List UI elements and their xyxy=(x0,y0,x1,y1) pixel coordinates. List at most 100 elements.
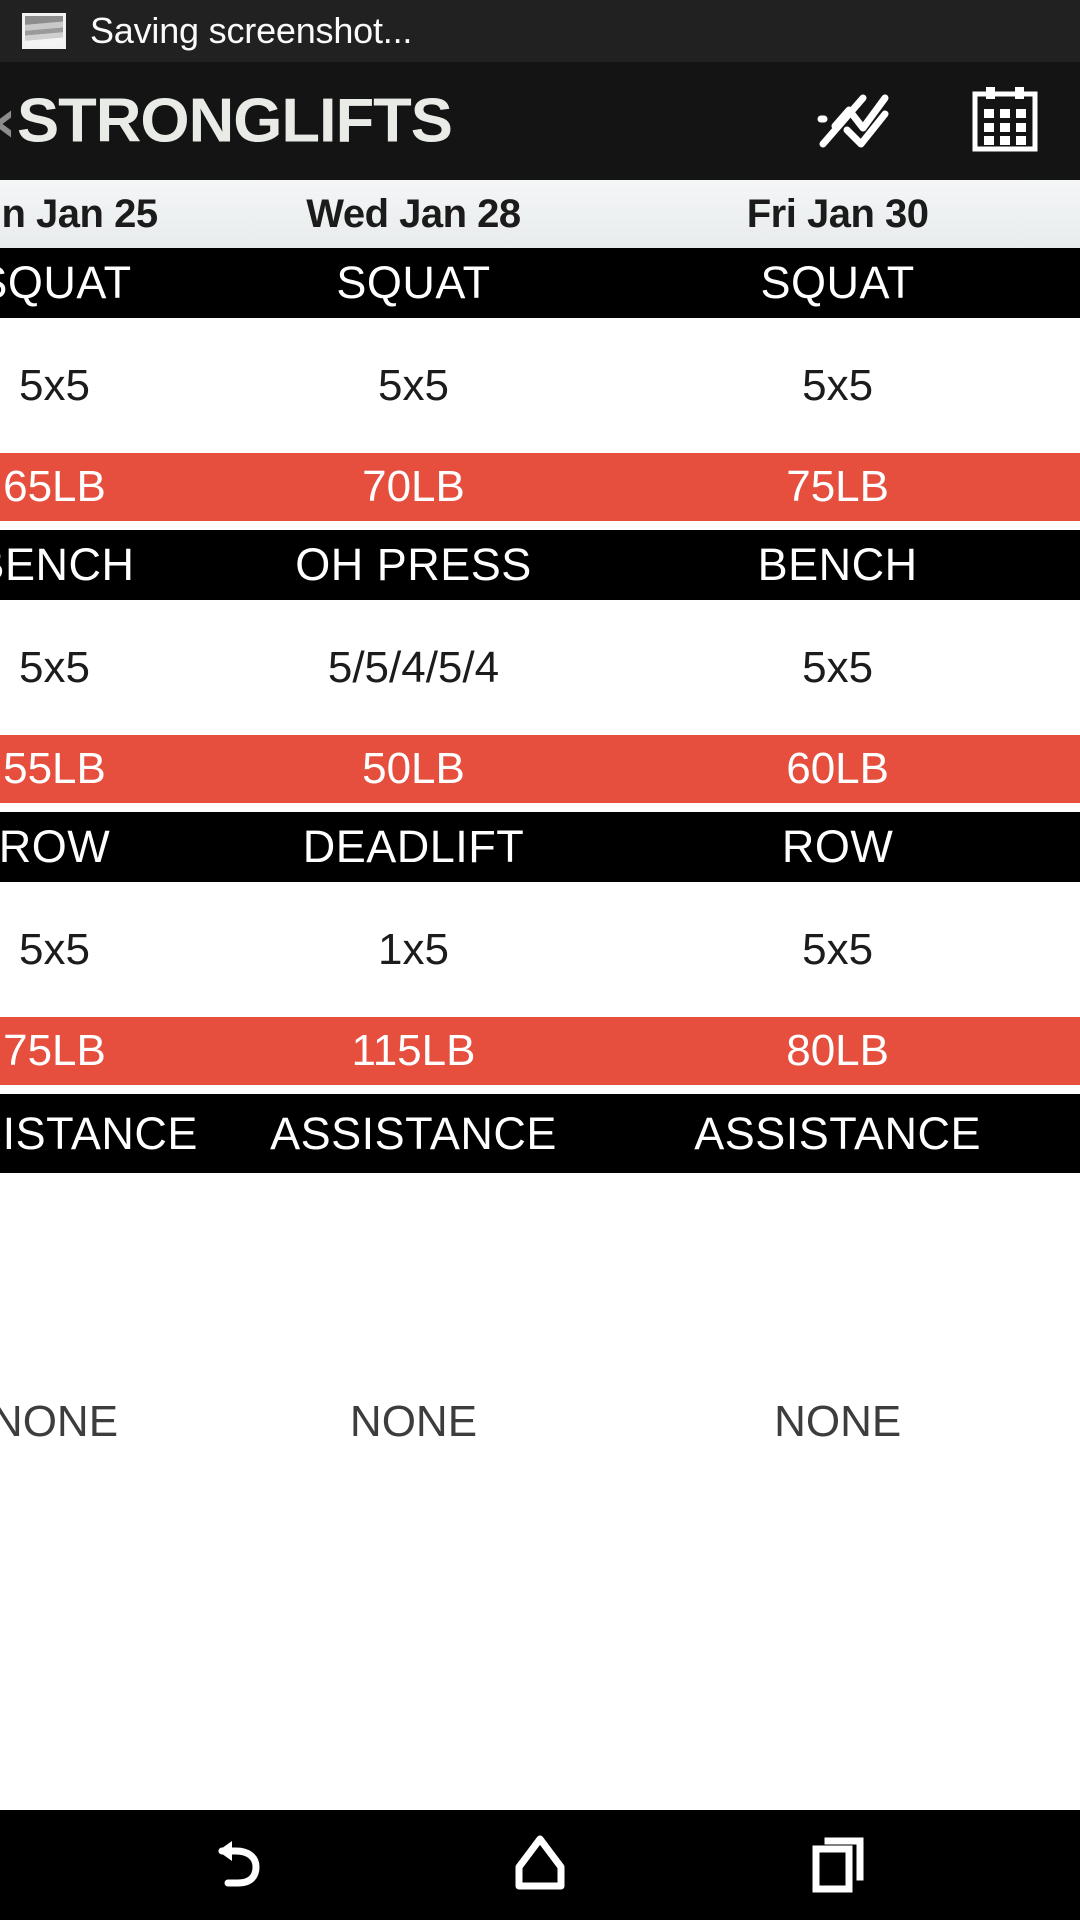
calendar-button[interactable] xyxy=(930,62,1080,180)
exercise-name-row[interactable]: SQUAT xyxy=(581,248,1080,318)
home-nav-icon xyxy=(512,1834,568,1897)
assistance-body[interactable]: NONE xyxy=(0,1173,239,1810)
exercise-weight-row[interactable]: 80LB xyxy=(581,1017,1080,1085)
exercise-name-row[interactable]: DEADLIFT xyxy=(229,812,598,882)
recents-nav-button[interactable] xyxy=(720,1810,960,1920)
calendar-icon xyxy=(970,84,1040,159)
row-separator xyxy=(581,803,1080,812)
row-separator xyxy=(581,1085,1080,1094)
status-bar: Saving screenshot... xyxy=(0,0,1080,62)
exercise-reps-row[interactable]: 5x5 xyxy=(581,600,1080,735)
row-separator xyxy=(229,521,598,530)
assistance-header[interactable]: ASSISTANCE xyxy=(581,1094,1080,1173)
exercise-reps-row[interactable]: 5/5/4/5/4 xyxy=(229,600,598,735)
row-separator xyxy=(0,1085,239,1094)
exercise-name-label: BENCH xyxy=(0,539,135,590)
exercise-weight-row[interactable]: 60LB xyxy=(581,735,1080,803)
exercise-weight-row[interactable]: 50LB xyxy=(229,735,598,803)
exercise-reps-row[interactable]: 5x5 xyxy=(229,318,598,453)
back-nav-button[interactable] xyxy=(120,1810,360,1920)
exercise-reps-label: 5x5 xyxy=(19,360,90,410)
exercise-reps-label: 5x5 xyxy=(802,360,874,410)
app-title: STRONGLIFTS xyxy=(16,86,453,156)
exercise-weight-label: 50LB xyxy=(362,744,465,793)
back-chevron-icon[interactable]: ‹ xyxy=(0,91,17,151)
exercise-name-row[interactable]: BENCH xyxy=(581,530,1080,600)
exercise-weight-label: 80LB xyxy=(786,1026,889,1075)
exercise-name-label: SQUAT xyxy=(0,257,132,308)
phone-screen: Saving screenshot... ‹ STRONGLIFTS xyxy=(0,0,1080,1920)
exercise-name-label: BENCH xyxy=(757,539,918,590)
exercise-weight-row[interactable]: 115LB xyxy=(229,1017,598,1085)
exercise-name-label: DEADLIFT xyxy=(302,821,525,872)
workout-column-2[interactable]: Wed Jan 28 SQUAT 5x5 70LB OH PRESS 5/5/4… xyxy=(229,180,598,1810)
row-separator xyxy=(229,803,598,812)
exercise-weight-row[interactable]: 55LB xyxy=(0,735,239,803)
exercise-name-label: ROW xyxy=(0,821,111,872)
row-separator xyxy=(229,1085,598,1094)
exercise-reps-row[interactable]: 1x5 xyxy=(229,882,598,1017)
assistance-title-label: ASSISTANCE xyxy=(270,1107,557,1159)
exercise-name-label: SQUAT xyxy=(336,257,491,308)
exercise-weight-label: 75LB xyxy=(3,1026,106,1075)
workout-date-header: Wed Jan 28 xyxy=(229,180,598,248)
assistance-value-label: NONE xyxy=(0,1396,119,1446)
exercise-reps-row[interactable]: 5x5 xyxy=(0,600,239,735)
exercise-reps-row[interactable]: 5x5 xyxy=(0,882,239,1017)
exercise-reps-label: 5x5 xyxy=(378,360,449,410)
exercise-name-row[interactable]: ROW xyxy=(581,812,1080,882)
workout-date-header: Fri Jan 30 xyxy=(581,180,1080,248)
exercise-reps-label: 1x5 xyxy=(378,924,449,974)
assistance-body[interactable]: NONE xyxy=(581,1173,1080,1810)
exercise-name-row[interactable]: ROW xyxy=(0,812,239,882)
workout-column-3[interactable]: Fri Jan 30 SQUAT 5x5 75LB BENCH 5x5 60LB… xyxy=(581,180,1080,1810)
assistance-value-label: NONE xyxy=(774,1396,902,1446)
app-brand[interactable]: ‹ STRONGLIFTS xyxy=(0,86,453,157)
workout-date-header: Sun Jan 25 xyxy=(0,180,239,248)
workout-date-label: Sun Jan 25 xyxy=(0,191,158,236)
exercise-name-row[interactable]: OH PRESS xyxy=(229,530,598,600)
row-separator xyxy=(0,521,239,530)
assistance-value-label: NONE xyxy=(349,1396,478,1446)
exercise-weight-label: 55LB xyxy=(3,744,106,793)
row-separator xyxy=(581,521,1080,530)
exercise-weight-label: 65LB xyxy=(3,462,106,511)
exercise-name-row[interactable]: SQUAT xyxy=(229,248,598,318)
exercise-reps-label: 5x5 xyxy=(802,642,874,692)
app-bar: ‹ STRONGLIFTS xyxy=(0,62,1080,180)
progress-chart-icon xyxy=(817,88,893,155)
progress-chart-button[interactable] xyxy=(780,62,930,180)
recents-nav-icon xyxy=(810,1833,870,1898)
back-nav-icon xyxy=(208,1835,272,1896)
exercise-reps-row[interactable]: 5x5 xyxy=(581,882,1080,1017)
exercise-weight-row[interactable]: 75LB xyxy=(581,453,1080,521)
workout-board[interactable]: Sun Jan 25 SQUAT 5x5 65LB BENCH 5x5 xyxy=(0,180,1080,1810)
exercise-reps-label: 5x5 xyxy=(19,924,90,974)
exercise-weight-label: 60LB xyxy=(786,744,889,793)
exercise-reps-row[interactable]: 5x5 xyxy=(581,318,1080,453)
exercise-weight-row[interactable]: 65LB xyxy=(0,453,239,521)
exercise-reps-label: 5/5/4/5/4 xyxy=(327,642,500,692)
assistance-title-label: ASSISTANCE xyxy=(694,1107,981,1159)
home-nav-button[interactable] xyxy=(420,1810,660,1920)
exercise-weight-label: 70LB xyxy=(362,462,465,511)
workout-column-1[interactable]: Sun Jan 25 SQUAT 5x5 65LB BENCH 5x5 xyxy=(0,180,239,1810)
exercise-weight-row[interactable]: 70LB xyxy=(229,453,598,521)
assistance-header[interactable]: ASSISTANCE xyxy=(0,1094,239,1173)
exercise-name-row[interactable]: SQUAT xyxy=(0,248,239,318)
exercise-weight-label: 75LB xyxy=(786,462,889,511)
exercise-reps-label: 5x5 xyxy=(802,924,874,974)
exercise-name-label: OH PRESS xyxy=(295,539,532,590)
exercise-reps-row[interactable]: 5x5 xyxy=(0,318,239,453)
exercise-weight-row[interactable]: 75LB xyxy=(0,1017,239,1085)
assistance-body[interactable]: NONE xyxy=(229,1173,598,1810)
row-separator xyxy=(0,803,239,812)
assistance-header[interactable]: ASSISTANCE xyxy=(229,1094,598,1173)
status-bar-text: Saving screenshot... xyxy=(90,10,413,51)
workout-date-label: Fri Jan 30 xyxy=(746,191,929,236)
exercise-name-label: ROW xyxy=(781,821,894,872)
exercise-name-row[interactable]: BENCH xyxy=(0,530,239,600)
exercise-weight-label: 115LB xyxy=(351,1026,476,1075)
exercise-reps-label: 5x5 xyxy=(19,642,90,692)
exercise-name-label: SQUAT xyxy=(760,257,915,308)
